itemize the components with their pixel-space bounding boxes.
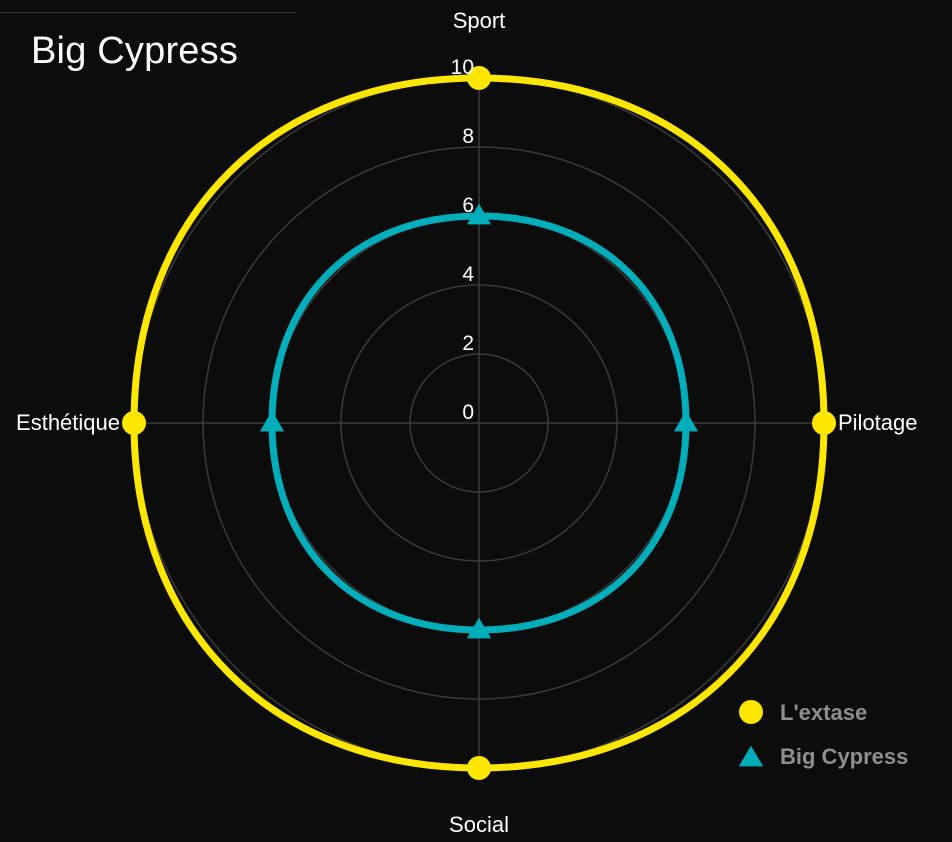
tick-label-3: 4 [462,263,474,286]
series-2-point-4[interactable] [259,410,285,432]
legend: L'extase Big Cypress [738,700,908,769]
tick-label-5: 8 [462,125,474,148]
series-2-point-2[interactable] [673,410,699,432]
series-1-point-4[interactable] [122,411,146,435]
tick-label-2: 2 [462,332,474,355]
radial-ticks: 0 2 4 6 8 10 [451,56,475,424]
tick-label-1: 0 [462,401,474,424]
axis-label-2: Pilotage [838,410,918,435]
series-1-point-2[interactable] [812,411,836,435]
chart-area: Big Cypress 0 2 4 6 8 10 Sport Pilotage Social E… [0,0,952,842]
legend-marker-1[interactable] [739,700,763,724]
axis-label-4: Esthétique [16,410,120,435]
axis-label-1: Sport [453,8,506,33]
legend-label-1[interactable]: L'extase [780,700,867,725]
radar-grid [133,77,825,769]
axis-label-3: Social [449,812,509,837]
legend-label-2[interactable]: Big Cypress [780,744,908,769]
tick-label-6: 10 [451,56,474,79]
radar-chart: 0 2 4 6 8 10 Sport Pilotage Social Esthétique L'… [16,8,918,837]
tick-label-4: 6 [462,194,474,217]
series-1-point-3[interactable] [467,756,491,780]
legend-marker-2[interactable] [738,745,764,767]
